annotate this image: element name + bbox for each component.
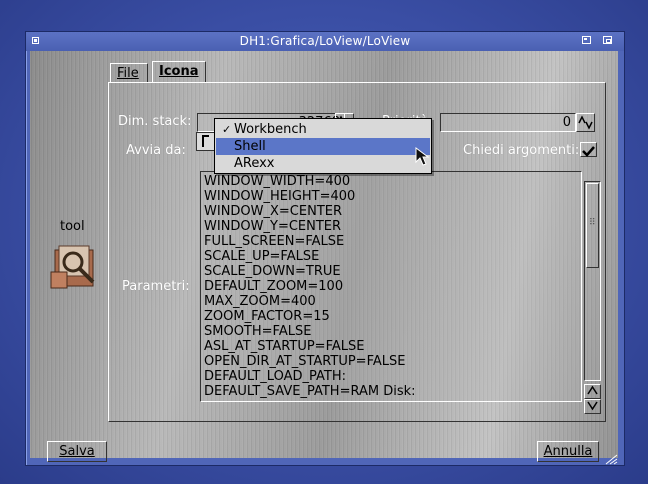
- resize-gadget-icon[interactable]: [604, 450, 618, 465]
- save-button[interactable]: Salva: [47, 441, 107, 462]
- list-item[interactable]: WINDOW_Y=CENTER: [204, 219, 341, 234]
- tab-file[interactable]: File: [110, 63, 148, 83]
- dropdown-option-workbench[interactable]: ✓ Workbench: [216, 121, 430, 138]
- stack-label: Dim. stack:: [118, 114, 192, 129]
- tool-icon-image: [50, 245, 95, 289]
- mouse-pointer-icon: [415, 147, 431, 171]
- zoom-gadget-icon[interactable]: [582, 36, 591, 44]
- list-item[interactable]: OPEN_DIR_AT_STARTUP=FALSE: [204, 354, 405, 369]
- dropdown-option-label: Shell: [234, 139, 266, 154]
- window-body: File Icona Dim. stack: 32768 Priorità: 0…: [30, 51, 618, 462]
- dropdown-option-arexx[interactable]: ARexx: [216, 155, 430, 172]
- scrollbar-knob[interactable]: [586, 183, 599, 268]
- ask-args-checkbox[interactable]: [580, 142, 597, 157]
- start-from-label: Avvia da:: [126, 143, 186, 158]
- dropdown-option-shell[interactable]: Shell: [216, 138, 430, 155]
- list-item[interactable]: DEFAULT_SAVE_PATH=RAM Disk:: [204, 384, 416, 399]
- depth-gadget-icon[interactable]: [603, 36, 612, 44]
- save-button-label: Salva: [59, 444, 95, 459]
- list-item[interactable]: FULL_SCREEN=FALSE: [204, 234, 344, 249]
- ask-args-label: Chiedi argomenti:: [463, 143, 580, 158]
- list-item[interactable]: SMOOTH=FALSE: [204, 324, 311, 339]
- list-item[interactable]: DEFAULT_LOAD_PATH:: [204, 369, 346, 384]
- priority-stepper[interactable]: [576, 113, 595, 132]
- dropdown-option-label: Workbench: [234, 122, 307, 137]
- list-scrollbar[interactable]: [584, 181, 601, 381]
- parameters-label: Parametri:: [122, 279, 190, 294]
- start-from-dropdown[interactable]: ✓ Workbench Shell ARexx: [214, 118, 432, 174]
- tab-icona-label: Icona: [159, 64, 199, 79]
- list-item[interactable]: ZOOM_FACTOR=15: [204, 309, 330, 324]
- check-icon: ✓: [222, 123, 232, 136]
- list-item[interactable]: WINDOW_WIDTH=400: [204, 174, 350, 189]
- scroll-up-icon[interactable]: [584, 384, 601, 399]
- priority-field[interactable]: 0: [440, 113, 576, 132]
- list-item[interactable]: MAX_ZOOM=400: [204, 294, 316, 309]
- cancel-button[interactable]: Annulla: [537, 441, 599, 462]
- list-item[interactable]: SCALE_UP=FALSE: [204, 249, 319, 264]
- icon-label: tool: [60, 219, 85, 234]
- title-bar[interactable]: DH1:Grafica/LoView/LoView: [26, 32, 624, 51]
- scroll-down-icon[interactable]: [584, 399, 601, 414]
- info-window: DH1:Grafica/LoView/LoView File Icona Dim…: [25, 31, 625, 466]
- checkmark-icon: [582, 146, 595, 157]
- dropdown-option-label: ARexx: [234, 156, 275, 171]
- list-item[interactable]: SCALE_DOWN=TRUE: [204, 264, 341, 279]
- window-title: DH1:Grafica/LoView/LoView: [239, 34, 411, 48]
- cycle-icon: [202, 135, 209, 147]
- list-item[interactable]: DEFAULT_ZOOM=100: [204, 279, 343, 294]
- cancel-button-label: Annulla: [543, 444, 593, 459]
- list-item[interactable]: WINDOW_X=CENTER: [204, 204, 342, 219]
- start-from-cycle[interactable]: [196, 132, 216, 151]
- up-down-arrows-icon: [578, 115, 593, 130]
- list-item[interactable]: ASL_AT_STARTUP=FALSE: [204, 339, 364, 354]
- tab-icona[interactable]: Icona: [152, 61, 206, 83]
- tab-file-label: File: [117, 66, 139, 81]
- tooltypes-list[interactable]: WINDOW_WIDTH=400 WINDOW_HEIGHT=400 WINDO…: [200, 171, 582, 402]
- list-item[interactable]: WINDOW_HEIGHT=400: [204, 189, 355, 204]
- tool-icon[interactable]: [49, 242, 103, 292]
